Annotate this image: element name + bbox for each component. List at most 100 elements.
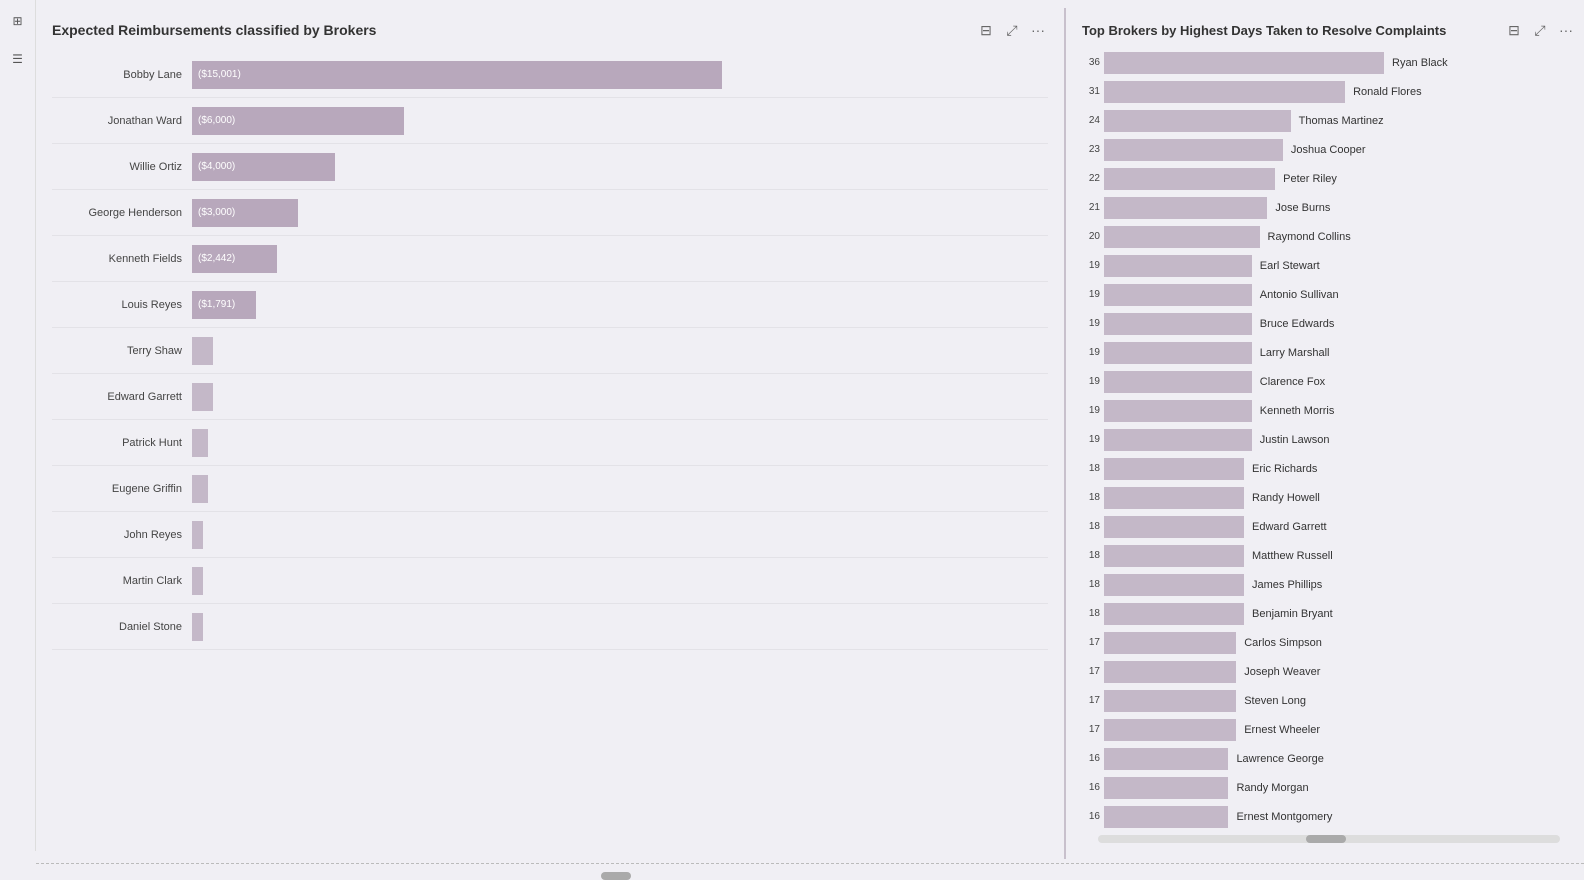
- right-bar-name: Lawrence George: [1228, 753, 1323, 765]
- right-bar-value: 18: [1082, 608, 1104, 619]
- layout-icon[interactable]: ☰: [7, 48, 29, 70]
- right-bar-row: 18Randy Howell: [1082, 483, 1576, 512]
- right-bar-fill: [1104, 110, 1291, 132]
- right-bar-name: Peter Riley: [1275, 173, 1337, 185]
- right-bar-fill: [1104, 690, 1236, 712]
- left-bar-container: ($6,000): [192, 107, 1048, 135]
- right-bar-name: Raymond Collins: [1260, 231, 1351, 243]
- left-bar-label: Bobby Lane: [52, 69, 192, 81]
- left-bar-label: Martin Clark: [52, 575, 192, 587]
- right-bar-name: Bruce Edwards: [1252, 318, 1335, 330]
- right-bar-row: 22Peter Riley: [1082, 164, 1576, 193]
- left-bar-fill: ($2,442): [192, 245, 277, 273]
- right-bar-value: 19: [1082, 318, 1104, 329]
- right-bar-fill: [1104, 52, 1384, 74]
- right-bar-row: 18Edward Garrett: [1082, 512, 1576, 541]
- right-bar-value: 17: [1082, 666, 1104, 677]
- main-container: ⊞ ☰ Expected Reimbursements classified b…: [0, 0, 1584, 851]
- right-bar-row: 17Steven Long: [1082, 686, 1576, 715]
- right-bar-value: 21: [1082, 202, 1104, 213]
- right-bar-name: Jose Burns: [1267, 202, 1330, 214]
- left-bar-fill: [192, 613, 203, 641]
- left-bar-container: [192, 429, 1048, 457]
- filter-icon[interactable]: ⊟: [976, 20, 996, 40]
- left-bar-container: [192, 521, 1048, 549]
- right-bar-row: 18Matthew Russell: [1082, 541, 1576, 570]
- right-bar-value: 18: [1082, 579, 1104, 590]
- left-bar-value: ($4,000): [198, 161, 235, 172]
- right-bar-row: 18 Benjamin Bryant: [1082, 599, 1576, 628]
- left-bar-fill: [192, 567, 203, 595]
- right-bar-chart: 36Ryan Black31Ronald Flores24Thomas Mart…: [1082, 48, 1576, 831]
- right-bar-row: 16Randy Morgan: [1082, 773, 1576, 802]
- left-bar-fill: [192, 521, 203, 549]
- left-bar-container: [192, 475, 1048, 503]
- left-bar-row: John Reyes: [52, 512, 1048, 558]
- right-more-icon[interactable]: ···: [1556, 20, 1576, 40]
- left-bar-row: George Henderson($3,000): [52, 190, 1048, 236]
- left-chart-controls: ⊟ ⤢ ···: [976, 20, 1048, 40]
- left-bar-row: Edward Garrett: [52, 374, 1048, 420]
- left-bar-container: [192, 567, 1048, 595]
- left-bar-label: Jonathan Ward: [52, 115, 192, 127]
- right-bar-name: Ronald Flores: [1345, 86, 1421, 98]
- left-bar-row: Jonathan Ward($6,000): [52, 98, 1048, 144]
- right-bar-fill: [1104, 516, 1244, 538]
- left-bar-fill: [192, 337, 213, 365]
- right-bar-name: Earl Stewart: [1252, 260, 1320, 272]
- expand-icon[interactable]: ⤢: [1002, 20, 1022, 40]
- right-bar-value: 19: [1082, 434, 1104, 445]
- right-bar-fill: [1104, 313, 1252, 335]
- right-bar-row: 31 Ronald Flores: [1082, 77, 1576, 106]
- right-bar-name: Larry Marshall: [1252, 347, 1330, 359]
- right-bar-fill: [1104, 661, 1236, 683]
- right-bar-row: 16Ernest Montgomery: [1082, 802, 1576, 831]
- left-scrollbar-thumb[interactable]: [601, 872, 631, 880]
- right-bar-row: 16Lawrence George: [1082, 744, 1576, 773]
- right-bar-row: 19 Bruce Edwards: [1082, 309, 1576, 338]
- left-bar-fill: ($6,000): [192, 107, 404, 135]
- right-bar-fill: [1104, 603, 1244, 625]
- content-area: Expected Reimbursements classified by Br…: [36, 0, 1584, 851]
- right-bar-value: 18: [1082, 463, 1104, 474]
- grid-icon[interactable]: ⊞: [7, 10, 29, 32]
- more-icon[interactable]: ···: [1028, 20, 1048, 40]
- right-bar-name: Ryan Black: [1384, 57, 1448, 69]
- right-bar-name: Benjamin Bryant: [1244, 608, 1333, 620]
- right-bar-fill: [1104, 487, 1244, 509]
- right-bar-name: Justin Lawson: [1252, 434, 1330, 446]
- right-bar-name: James Phillips: [1244, 579, 1322, 591]
- right-bar-fill: [1104, 400, 1252, 422]
- left-bar-fill: [192, 475, 208, 503]
- right-bar-name: Randy Howell: [1244, 492, 1320, 504]
- right-bar-name: Matthew Russell: [1244, 550, 1333, 562]
- right-scrollbar[interactable]: [1098, 835, 1560, 843]
- right-chart-controls: ⊟ ⤢ ···: [1504, 20, 1576, 40]
- right-bar-fill: [1104, 81, 1345, 103]
- right-bar-row: 36Ryan Black: [1082, 48, 1576, 77]
- right-bar-fill: [1104, 255, 1252, 277]
- right-bar-row: 18 James Phillips: [1082, 570, 1576, 599]
- right-expand-icon[interactable]: ⤢: [1530, 20, 1550, 40]
- scrollbar-thumb[interactable]: [1306, 835, 1346, 843]
- right-bar-name: Kenneth Morris: [1252, 405, 1335, 417]
- left-chart-header: Expected Reimbursements classified by Br…: [52, 20, 1048, 40]
- right-bar-fill: [1104, 458, 1244, 480]
- left-bar-label: Willie Ortiz: [52, 161, 192, 173]
- right-bar-fill: [1104, 632, 1236, 654]
- sidebar: ⊞ ☰: [0, 0, 36, 851]
- left-bar-value: ($2,442): [198, 253, 235, 264]
- right-bar-fill: [1104, 806, 1228, 828]
- right-bar-value: 31: [1082, 86, 1104, 97]
- left-bar-container: [192, 337, 1048, 365]
- left-bar-fill: [192, 383, 213, 411]
- right-filter-icon[interactable]: ⊟: [1504, 20, 1524, 40]
- left-bar-fill: ($3,000): [192, 199, 298, 227]
- right-bar-fill: [1104, 429, 1252, 451]
- right-bar-row: 17Joseph Weaver: [1082, 657, 1576, 686]
- left-bar-row: Daniel Stone: [52, 604, 1048, 650]
- right-bar-value: 17: [1082, 695, 1104, 706]
- bottom-divider: [36, 863, 1584, 864]
- right-bar-fill: [1104, 168, 1275, 190]
- right-bar-value: 24: [1082, 115, 1104, 126]
